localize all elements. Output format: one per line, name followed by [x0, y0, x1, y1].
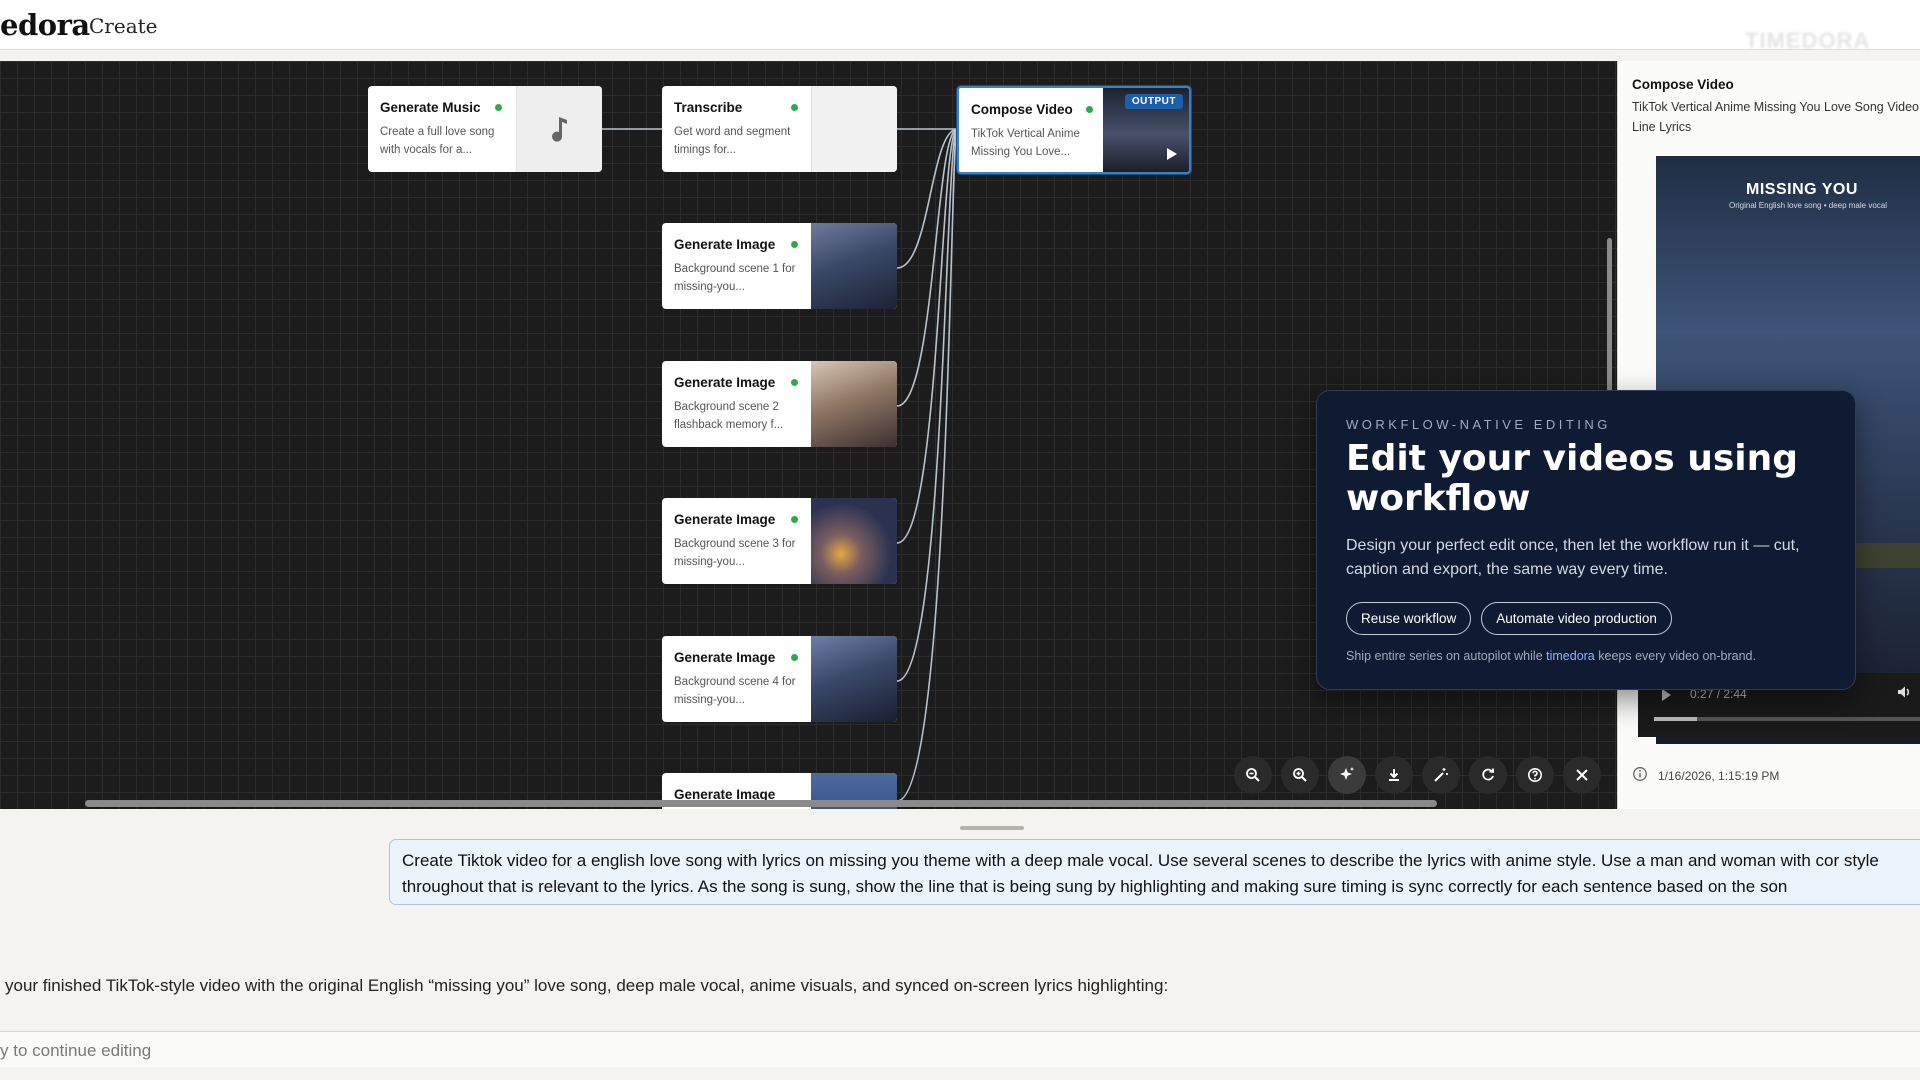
music-note-icon: [516, 86, 602, 172]
node-title: Compose Video: [971, 102, 1073, 117]
sparkle-icon[interactable]: [1328, 756, 1366, 794]
node-title: Transcribe: [674, 100, 743, 115]
node-generate-image-3[interactable]: Generate Image Background scene 3 for mi…: [662, 498, 897, 584]
node-description: Background scene 2 flashback memory f...: [674, 401, 784, 431]
node-compose-video[interactable]: Compose Video TikTok Vertical Anime Miss…: [957, 86, 1191, 174]
node-generate-image-4[interactable]: Generate Image Background scene 4 for mi…: [662, 636, 897, 722]
promo-description: Design your perfect edit once, then let …: [1346, 537, 1800, 578]
promo-footnote: Ship entire series on autopilot while ti…: [1346, 649, 1756, 663]
refresh-icon[interactable]: [1469, 756, 1507, 794]
node-transcribe[interactable]: Transcribe Get word and segment timings …: [662, 86, 897, 172]
watermark: TIMEDORA: [1745, 28, 1871, 53]
video-progress-fill: [1654, 717, 1698, 721]
help-icon[interactable]: [1516, 756, 1554, 794]
info-icon[interactable]: [1632, 766, 1648, 787]
status-dot: [791, 379, 798, 386]
node-description: Background scene 3 for missing-you...: [674, 538, 796, 568]
image-thumbnail: [811, 498, 897, 584]
promo-actions: Reuse workflow Automate video production: [1346, 602, 1672, 635]
node-title: Generate Music: [380, 100, 481, 115]
node-description: Get word and segment timings for...: [674, 126, 791, 156]
node-title: Generate Image: [674, 375, 776, 390]
node-generate-image-1[interactable]: Generate Image Background scene 1 for mi…: [662, 223, 897, 309]
node-title: Generate Image: [674, 237, 776, 252]
promo-card: WORKFLOW-NATIVE EDITING Edit your videos…: [1316, 390, 1856, 690]
zoom-out-icon[interactable]: [1234, 756, 1272, 794]
output-badge: OUTPUT: [1124, 94, 1183, 109]
top-bar: edora Create TIMEDORA: [0, 0, 1920, 53]
promo-brand-link[interactable]: timedora: [1546, 649, 1595, 663]
brand-logo[interactable]: edora: [0, 8, 90, 42]
play-icon[interactable]: [1662, 689, 1671, 701]
generated-timestamp: 1/16/2026, 1:15:19 PM: [1658, 769, 1780, 783]
page-section-title: Create: [89, 14, 158, 38]
status-dot: [1086, 106, 1093, 113]
node-description: Background scene 4 for missing-you...: [674, 676, 796, 706]
video-subtitle: Original English love song • deep male v…: [1729, 201, 1887, 210]
play-icon[interactable]: [1167, 148, 1177, 160]
volume-icon[interactable]: [1896, 684, 1912, 705]
promo-title: Edit your videos using workflow: [1346, 438, 1799, 519]
close-icon[interactable]: [1563, 756, 1601, 794]
zoom-in-icon[interactable]: [1281, 756, 1319, 794]
video-thumbnail: OUTPUT: [1103, 88, 1189, 172]
status-dot: [495, 104, 502, 111]
image-thumbnail: [811, 223, 897, 309]
user-message: Create Tiktok video for a english love s…: [389, 839, 1920, 905]
resize-handle[interactable]: [960, 826, 1024, 830]
canvas-toolbar: [1234, 756, 1601, 794]
download-icon[interactable]: [1375, 756, 1413, 794]
chat-input[interactable]: y to continue editing: [0, 1031, 1920, 1067]
promo-footnote-text: keeps every video on-brand.: [1594, 649, 1756, 663]
video-title: MISSING YOU: [1746, 181, 1858, 198]
automate-video-production-button[interactable]: Automate video production: [1481, 602, 1672, 635]
promo-footnote-text: Ship entire series on autopilot while: [1346, 649, 1547, 663]
magic-wand-icon[interactable]: [1422, 756, 1460, 794]
promo-eyebrow: WORKFLOW-NATIVE EDITING: [1346, 417, 1611, 432]
status-dot: [791, 104, 798, 111]
status-dot: [791, 241, 798, 248]
status-dot: [791, 654, 798, 661]
image-thumbnail: [811, 361, 897, 447]
node-thumbnail: [811, 86, 897, 172]
output-title: Compose Video: [1632, 77, 1734, 92]
node-generate-music[interactable]: Generate Music Create a full love song w…: [368, 86, 602, 172]
node-description: Background scene 1 for missing-you...: [674, 263, 796, 293]
node-description: Create a full love song with vocals for …: [380, 126, 495, 156]
image-thumbnail: [811, 636, 897, 722]
node-title: Generate Image: [674, 650, 776, 665]
reuse-workflow-button[interactable]: Reuse workflow: [1346, 602, 1472, 635]
chat-input-placeholder: y to continue editing: [0, 1041, 152, 1060]
video-progress-bar[interactable]: [1654, 717, 1920, 721]
horizontal-scrollbar[interactable]: [85, 800, 1437, 807]
assistant-reply: your finished TikTok-style video with th…: [5, 976, 1169, 995]
node-generate-image-2[interactable]: Generate Image Background scene 2 flashb…: [662, 361, 897, 447]
output-description: TikTok Vertical Anime Missing You Love S…: [1632, 100, 1919, 134]
status-dot: [791, 516, 798, 523]
node-description: TikTok Vertical Anime Missing You Love..…: [971, 128, 1080, 158]
node-title: Generate Image: [674, 512, 776, 527]
